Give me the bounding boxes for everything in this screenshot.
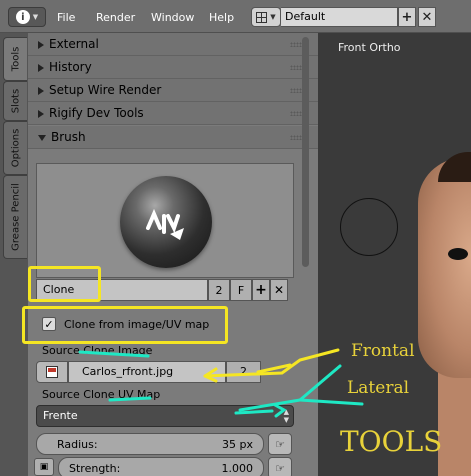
radius-slider[interactable]: Radius: 35 px (36, 433, 264, 455)
clone-glyph-icon (146, 208, 184, 240)
pressure-icon[interactable]: ☞ (268, 457, 292, 476)
layout-grid-icon (256, 11, 268, 23)
source-uv-label: Source Clone UV Map (42, 388, 161, 401)
expand-arrow-icon (38, 40, 44, 49)
panel-scrollbar[interactable] (302, 37, 309, 267)
panel-external[interactable]: External (28, 33, 318, 56)
menu-window[interactable]: Window (151, 11, 194, 24)
brush-users-count[interactable]: 2 (208, 279, 230, 301)
clone-highlight-box (28, 266, 101, 302)
expand-arrow-icon (38, 86, 44, 95)
3d-viewport[interactable]: Front Ortho (318, 33, 471, 476)
fake-user-button[interactable]: F (230, 279, 252, 301)
chevron-down-icon: ▼ (270, 13, 276, 21)
source-image-field[interactable]: Carlos_rfront.jpg (68, 361, 226, 383)
top-header: i ▼ File Render Window Help ▼ Default + … (0, 0, 471, 33)
frontal-annotation: Frontal (351, 341, 415, 361)
image-browse-button[interactable] (36, 361, 68, 383)
panel-setup-wire-render-label: Setup Wire Render (49, 83, 162, 97)
clone-uv-highlight-box (22, 306, 228, 344)
expand-arrow-icon (38, 63, 44, 72)
collapse-arrow-icon (38, 134, 46, 141)
brush-preview[interactable] (36, 163, 294, 278)
brush-cursor-circle (340, 198, 398, 256)
strength-slider[interactable]: Strength: 1.000 (58, 457, 264, 476)
radius-label: Radius: (57, 438, 98, 451)
close-icon[interactable]: ✕ (270, 279, 288, 301)
panel-brush-label: Brush (51, 130, 86, 144)
viewport-title: Front Ortho (338, 41, 401, 54)
tab-grease-pencil-label: Grease Pencil (10, 183, 21, 251)
close-icon[interactable]: ✕ (418, 7, 436, 27)
source-uv-value: Frente (43, 409, 78, 422)
tool-shelf: External History Setup Wire Render Rigif… (28, 33, 318, 476)
menu-render[interactable]: Render (96, 11, 135, 24)
radius-value: 35 px (222, 438, 253, 451)
panel-rigify-dev-tools[interactable]: Rigify Dev Tools (28, 102, 318, 125)
source-uv-select[interactable]: Frente ▲ ▼ (36, 405, 294, 427)
source-image-label: Source Clone Image (42, 344, 153, 357)
source-image-users[interactable]: 2 (226, 361, 261, 383)
screen-layout-field[interactable]: Default (281, 7, 398, 27)
pressure-icon[interactable]: ☞ (268, 433, 292, 455)
tab-options-label: Options (10, 128, 21, 168)
lock-icon[interactable]: ▣ (34, 458, 54, 476)
strength-label: Strength: (69, 462, 121, 475)
source-image-name: Carlos_rfront.jpg (82, 365, 174, 378)
panel-rigify-dev-tools-label: Rigify Dev Tools (49, 106, 144, 120)
tab-tools-label: Tools (10, 46, 21, 72)
tab-grease-pencil[interactable]: Grease Pencil (3, 175, 27, 259)
expand-arrow-icon (38, 109, 44, 118)
info-icon: i (15, 10, 30, 24)
updown-arrows-icon: ▲ ▼ (283, 408, 289, 424)
chevron-down-icon: ▼ (32, 13, 39, 21)
tab-options[interactable]: Options (3, 121, 27, 175)
lateral-annotation: Lateral (347, 378, 410, 398)
tab-slots[interactable]: Slots (3, 81, 27, 121)
menu-file[interactable]: File (57, 11, 75, 24)
panel-external-label: External (49, 37, 99, 51)
panel-history-label: History (49, 60, 92, 74)
screen-layout-button[interactable]: ▼ (251, 7, 281, 27)
plus-icon[interactable]: + (398, 7, 416, 27)
source-image-row: Carlos_rfront.jpg 2 (36, 361, 291, 383)
plus-icon[interactable]: + (252, 279, 270, 301)
tool-tabs: Tools Slots Options Grease Pencil (0, 33, 28, 476)
strength-value: 1.000 (221, 462, 254, 475)
tab-tools[interactable]: Tools (3, 37, 27, 81)
clone-brush-icon (120, 176, 212, 268)
tools-annotation: TOOLS (340, 425, 443, 458)
panel-history[interactable]: History (28, 56, 318, 79)
panel-brush[interactable]: Brush (28, 126, 318, 149)
menu-help[interactable]: Help (209, 11, 234, 24)
panel-setup-wire-render[interactable]: Setup Wire Render (28, 79, 318, 102)
tab-slots-label: Slots (10, 88, 21, 114)
editor-type-button[interactable]: i ▼ (8, 7, 46, 27)
image-icon (46, 366, 58, 378)
